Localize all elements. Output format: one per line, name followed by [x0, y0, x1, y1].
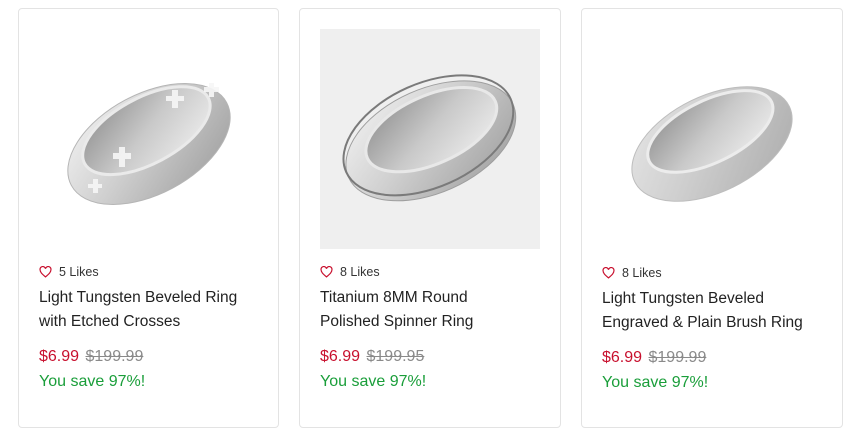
- original-price: $199.95: [366, 348, 425, 365]
- original-price: $199.99: [648, 349, 707, 366]
- heart-icon[interactable]: [602, 267, 615, 279]
- likes-label: 5 Likes: [59, 265, 99, 279]
- ring-spinner-image[interactable]: [320, 29, 540, 249]
- product-title[interactable]: Light Tungsten Beveled Engraved & Plain …: [602, 287, 834, 335]
- likes-count: 5 Likes: [39, 265, 99, 279]
- savings-text: You save 97%!: [602, 374, 709, 391]
- product-title-line: Titanium 8MM Round: [320, 289, 468, 306]
- sale-price: $6.99: [320, 348, 361, 365]
- product-title-line: with Etched Crosses: [39, 313, 181, 330]
- savings-text: You save 97%!: [320, 373, 427, 390]
- price-row: $6.99 $199.99: [39, 348, 143, 366]
- ring-brushed-image[interactable]: [602, 29, 822, 249]
- product-card[interactable]: 8 Likes Titanium 8MM Round Polished Spin…: [299, 8, 561, 428]
- price-row: $6.99 $199.99: [602, 349, 706, 367]
- product-title-line: Polished Spinner Ring: [320, 313, 474, 330]
- sale-price: $6.99: [39, 348, 80, 365]
- product-card[interactable]: 8 Likes Light Tungsten Beveled Engraved …: [581, 8, 843, 428]
- product-title-line: Light Tungsten Beveled Ring: [39, 289, 238, 306]
- likes-label: 8 Likes: [622, 266, 662, 280]
- heart-icon[interactable]: [39, 266, 52, 278]
- heart-icon[interactable]: [320, 266, 333, 278]
- likes-count: 8 Likes: [602, 266, 662, 280]
- ring-etched-crosses-image[interactable]: [39, 29, 259, 249]
- sale-price: $6.99: [602, 349, 643, 366]
- likes-label: 8 Likes: [340, 265, 380, 279]
- product-card[interactable]: 5 Likes Light Tungsten Beveled Ring with…: [18, 8, 279, 428]
- price-row: $6.99 $199.95: [320, 348, 424, 366]
- product-title[interactable]: Light Tungsten Beveled Ring with Etched …: [39, 286, 271, 334]
- product-title-line: Engraved & Plain Brush Ring: [602, 314, 803, 331]
- product-title[interactable]: Titanium 8MM Round Polished Spinner Ring: [320, 286, 552, 334]
- product-title-line: Light Tungsten Beveled: [602, 290, 765, 307]
- likes-count: 8 Likes: [320, 265, 380, 279]
- original-price: $199.99: [85, 348, 144, 365]
- savings-text: You save 97%!: [39, 373, 146, 390]
